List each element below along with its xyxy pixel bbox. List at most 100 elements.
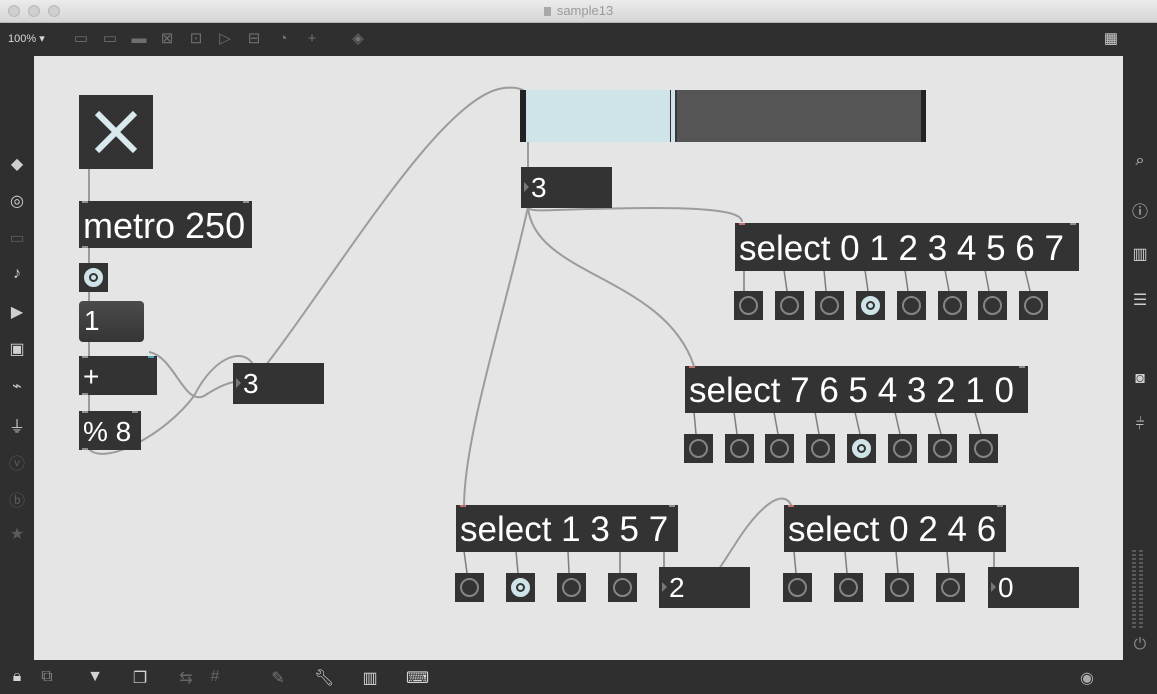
plus-object[interactable]: +	[79, 356, 157, 395]
select-even-bang[interactable]	[783, 573, 812, 602]
add-object-icon[interactable]: +	[303, 30, 321, 48]
image-icon[interactable]: ▣	[0, 339, 34, 359]
info-icon[interactable]: ⓘ	[1123, 198, 1157, 222]
select-even-object[interactable]: select 0 2 4 6	[784, 505, 1006, 552]
inlet[interactable]	[788, 505, 794, 507]
new-message-icon[interactable]: ▭	[101, 30, 119, 48]
inlet[interactable]	[243, 201, 249, 203]
beap-icon[interactable]: ⓑ	[0, 487, 34, 511]
counter-number-box[interactable]: 3	[233, 363, 324, 404]
mixer-icon[interactable]: ⫩	[1123, 416, 1157, 434]
select-ascending-bang[interactable]	[1019, 291, 1048, 320]
toggle[interactable]	[79, 95, 153, 169]
list-icon[interactable]: ☰	[1123, 290, 1157, 310]
star-icon[interactable]: ★	[0, 524, 34, 544]
metro-bang[interactable]	[79, 263, 108, 292]
comment-bubble-icon[interactable]: ▼	[85, 668, 105, 686]
windows-icon[interactable]: ❐	[130, 668, 150, 688]
audio-engine-icon[interactable]: ◉	[1077, 668, 1097, 688]
message-box[interactable]: 1	[79, 301, 144, 342]
select-even-bang[interactable]	[834, 573, 863, 602]
select-descending-object[interactable]: select 7 6 5 4 3 2 1 0	[685, 366, 1028, 413]
comment-icon[interactable]: ▬	[130, 30, 148, 48]
select-ascending-bang[interactable]	[775, 291, 804, 320]
metro-object[interactable]: metro 250	[79, 201, 252, 248]
outlet[interactable]	[82, 393, 88, 395]
select-even-bang[interactable]	[885, 573, 914, 602]
patcher-canvas[interactable]: metro 250 1 + % 8 3 3 select 0 1 2 3 4 5…	[34, 56, 1123, 660]
bpatcher-icon[interactable]: ▭	[0, 228, 34, 248]
select-descending-bang[interactable]	[928, 434, 957, 463]
select-ascending-bang[interactable]	[938, 291, 967, 320]
select-odd-bang[interactable]	[557, 573, 586, 602]
piano-keys-icon[interactable]: ▥	[360, 668, 380, 688]
slider-number-box[interactable]: 3	[521, 167, 612, 208]
new-object-icon[interactable]: ▭	[72, 30, 90, 48]
inlet[interactable]	[82, 411, 88, 413]
inlet[interactable]	[82, 201, 88, 203]
select-ascending-object[interactable]: select 0 1 2 3 4 5 6 7	[735, 223, 1079, 271]
inlet[interactable]	[689, 366, 695, 368]
select-descending-bang[interactable]	[847, 434, 876, 463]
select-ascending-bang[interactable]	[978, 291, 1007, 320]
plug-icon[interactable]: ⏚	[0, 413, 34, 437]
presentation-icon[interactable]: ⧉	[37, 668, 57, 686]
lock-icon[interactable]: 🔒︎	[7, 668, 27, 686]
vizzie-icon[interactable]: ⓥ	[0, 450, 34, 474]
objects-cube-icon[interactable]: ◆	[0, 154, 34, 174]
dial-object-icon[interactable]: ◔	[274, 30, 292, 48]
grid-icon[interactable]: #	[205, 668, 225, 686]
inlet[interactable]	[460, 505, 466, 507]
inlet[interactable]	[739, 223, 745, 225]
select-descending-bang[interactable]	[806, 434, 835, 463]
search-icon[interactable]: ⌕	[1123, 152, 1157, 170]
camera-icon[interactable]: ◙	[1123, 370, 1157, 388]
attachment-icon[interactable]: ⌁	[0, 376, 34, 396]
inlet[interactable]	[132, 411, 138, 413]
select-descending-bang[interactable]	[969, 434, 998, 463]
outlet[interactable]	[82, 246, 88, 248]
inlet[interactable]	[82, 356, 88, 358]
debug-icon[interactable]: ✎	[268, 668, 288, 688]
inlet[interactable]	[997, 505, 1003, 507]
select-descending-bang[interactable]	[725, 434, 754, 463]
wrench-icon[interactable]: 🔧︎	[314, 668, 334, 688]
music-note-icon[interactable]: ♪	[0, 265, 34, 283]
target-icon[interactable]: ◎	[0, 191, 34, 211]
select-odd-object[interactable]: select 1 3 5 7	[456, 505, 678, 552]
select-descending-bang[interactable]	[684, 434, 713, 463]
select-even-bang[interactable]	[936, 573, 965, 602]
grid-view-icon[interactable]: ▦	[1100, 30, 1122, 48]
hide-cords-icon[interactable]: ⇆	[176, 668, 196, 688]
select-descending-bang[interactable]	[765, 434, 794, 463]
toggle-object-icon[interactable]: ⊡	[187, 30, 205, 48]
select-descending-bang[interactable]	[888, 434, 917, 463]
slider-object-icon[interactable]: ⊟	[245, 30, 263, 48]
button-object-icon[interactable]: ⊠	[158, 30, 176, 48]
select-odd-bang[interactable]	[455, 573, 484, 602]
zoom-dropdown[interactable]: 100% ▾	[8, 32, 45, 45]
play-object-icon[interactable]: ▷	[216, 30, 234, 48]
power-icon[interactable]: ⏻	[1123, 636, 1157, 654]
keyboard-icon[interactable]: ⌨	[406, 668, 429, 688]
book-icon[interactable]: ▥	[1123, 244, 1157, 264]
horizontal-slider[interactable]	[520, 90, 926, 142]
select-even-number-box[interactable]: 0	[988, 567, 1079, 608]
select-odd-number-box[interactable]: 2	[659, 567, 750, 608]
paint-bucket-icon[interactable]: ◈	[349, 30, 367, 48]
inlet[interactable]	[148, 356, 154, 358]
modulo-object[interactable]: % 8	[79, 411, 141, 450]
outlet[interactable]	[82, 448, 88, 450]
select-ascending-bang[interactable]	[815, 291, 844, 320]
inlet[interactable]	[1019, 366, 1025, 368]
select-ascending-bang[interactable]	[734, 291, 763, 320]
select-odd-bang[interactable]	[506, 573, 535, 602]
slider-knob[interactable]	[670, 90, 677, 142]
select-odd-bang[interactable]	[608, 573, 637, 602]
select-ascending-bang[interactable]	[897, 291, 926, 320]
inlet[interactable]	[669, 505, 675, 507]
inlet[interactable]	[1070, 223, 1076, 225]
select-ascending-bang[interactable]	[856, 291, 885, 320]
message-box-text: 1	[84, 305, 100, 336]
playlist-icon[interactable]: ▶	[0, 302, 34, 322]
